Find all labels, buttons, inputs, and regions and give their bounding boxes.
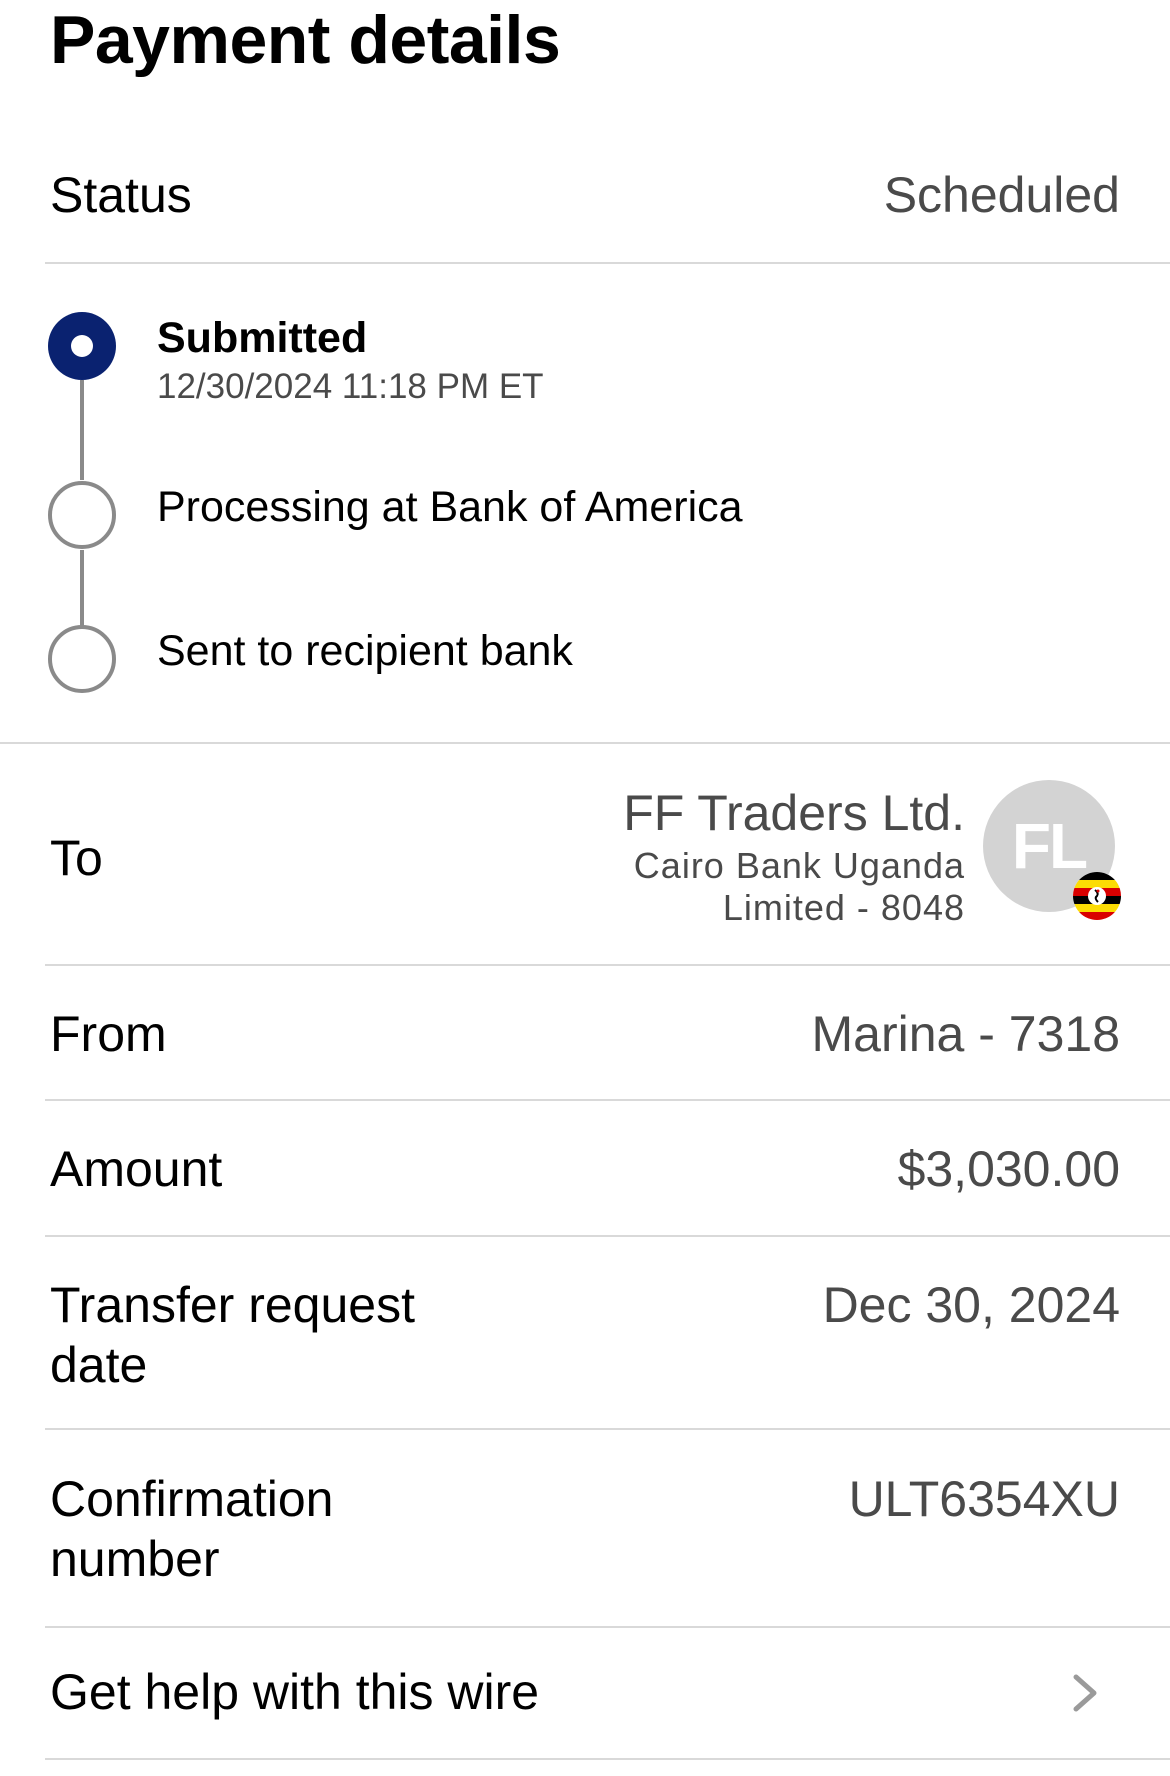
transfer-date-label-line2: date	[50, 1337, 148, 1393]
status-value: Scheduled	[883, 167, 1120, 223]
timeline-step-title: Processing at Bank of America	[157, 483, 743, 531]
payment-details-page: Payment details Status Scheduled Submitt…	[0, 0, 1170, 1776]
divider	[45, 262, 1170, 264]
divider	[45, 964, 1170, 966]
confirmation-label-line2: number	[50, 1531, 220, 1587]
status-label: Status	[50, 167, 192, 223]
from-account-value: Marina - 7318	[811, 1006, 1121, 1062]
transfer-date-value: Dec 30, 2024	[822, 1277, 1120, 1333]
amount-label: Amount	[50, 1141, 223, 1197]
confirmation-label-line1: Confirmation	[50, 1471, 334, 1527]
confirmation-label: Confirmation number	[50, 1469, 333, 1589]
timeline-step-timestamp: 12/30/2024 11:18 PM ET	[157, 367, 544, 406]
recipient-bank-line1: Cairo Bank Uganda	[633, 845, 965, 886]
amount-value: $3,030.00	[897, 1141, 1120, 1197]
page-title: Payment details	[50, 2, 561, 78]
divider	[45, 1099, 1170, 1101]
divider	[0, 742, 1170, 744]
divider	[45, 1428, 1170, 1430]
get-help-button[interactable]: Get help with this wire	[0, 1628, 1170, 1758]
recipient-label: To	[50, 830, 103, 886]
timeline-step-pending-icon	[48, 625, 116, 693]
timeline-step-title: Submitted	[157, 314, 368, 362]
recipient-bank: Cairo Bank Uganda Limited - 8048	[585, 845, 965, 929]
timeline-step-pending-icon	[48, 481, 116, 549]
divider	[45, 1758, 1170, 1760]
divider	[45, 1235, 1170, 1237]
recipient-name: FF Traders Ltd.	[623, 785, 965, 841]
get-help-label: Get help with this wire	[50, 1664, 540, 1720]
uganda-flag-icon	[1073, 872, 1121, 920]
timeline-step-completed-icon	[48, 312, 116, 380]
timeline-connector	[80, 380, 84, 480]
chevron-right-icon	[1073, 1674, 1097, 1712]
transfer-date-label: Transfer request date	[50, 1275, 415, 1395]
timeline-step-title: Sent to recipient bank	[157, 627, 573, 675]
recipient-bank-line2: Limited - 8048	[722, 887, 965, 928]
confirmation-number-value: ULT6354XU	[848, 1471, 1120, 1527]
timeline-connector	[80, 550, 84, 626]
transfer-date-label-line1: Transfer request	[50, 1277, 415, 1333]
from-label: From	[50, 1006, 167, 1062]
